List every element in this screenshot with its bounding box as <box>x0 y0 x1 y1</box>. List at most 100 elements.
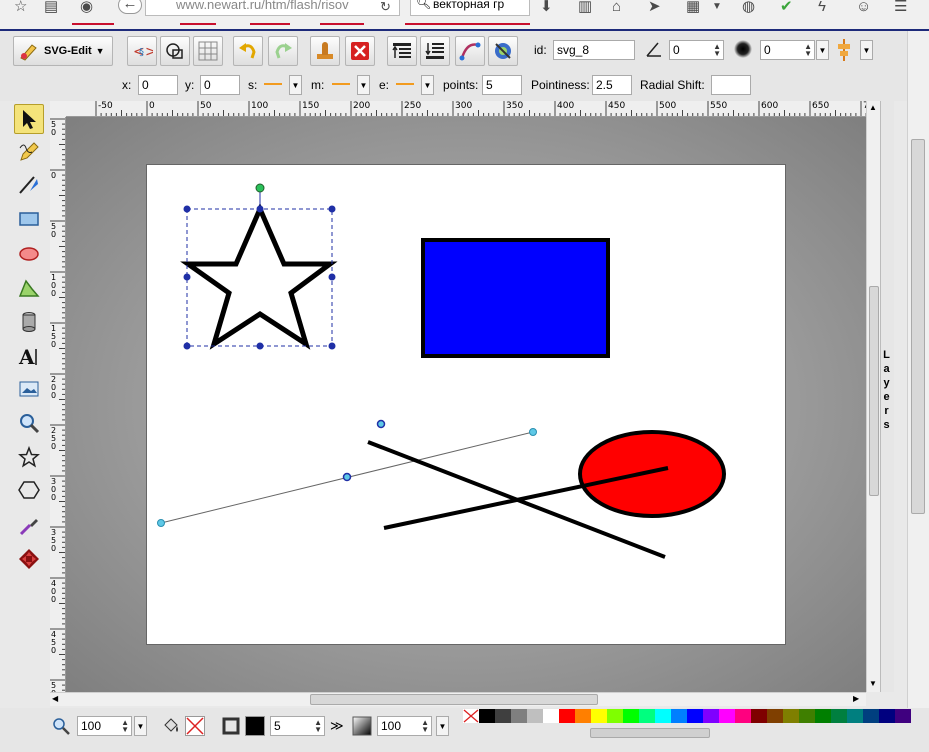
bolt-icon[interactable]: ϟ <box>818 0 826 14</box>
shield-icon[interactable]: ✔ <box>780 0 793 14</box>
page-scrollbar[interactable] <box>907 31 929 721</box>
palette-swatch[interactable] <box>783 709 799 723</box>
end-marker-preview[interactable] <box>396 83 414 85</box>
spinner-icon[interactable]: ▲ ▼ <box>121 719 129 734</box>
palette-swatch[interactable] <box>495 709 511 723</box>
grid-button[interactable] <box>193 36 223 66</box>
path-node-handle[interactable] <box>376 419 386 429</box>
resize-handle[interactable] <box>328 342 336 350</box>
ellipse-tool[interactable] <box>14 239 44 269</box>
mid-marker-preview[interactable] <box>332 83 350 85</box>
select-tool[interactable] <box>14 104 44 134</box>
x-input[interactable]: 0 <box>138 75 178 95</box>
resize-handle[interactable] <box>328 273 336 281</box>
delete-button[interactable] <box>345 36 375 66</box>
zoom-tool[interactable] <box>14 408 44 438</box>
palette-scroll-thumb[interactable] <box>590 728 710 738</box>
resize-handle[interactable] <box>256 342 264 350</box>
send-icon[interactable]: ➤ <box>648 0 661 14</box>
search-bar[interactable]: 🔍︎ векторная гр <box>410 0 530 16</box>
palette-swatch[interactable] <box>671 709 687 723</box>
start-marker-preview[interactable] <box>264 83 282 85</box>
opacity-dropdown[interactable]: ▼ <box>436 716 449 736</box>
menu-icon[interactable]: ☰ <box>894 0 907 14</box>
reload-icon[interactable]: ↻ <box>380 0 391 14</box>
scroll-left-icon[interactable]: ◀ <box>52 694 58 703</box>
library-icon[interactable]: ▥ <box>578 0 592 14</box>
palette-swatch[interactable] <box>543 709 559 723</box>
rectangle-tool[interactable] <box>14 204 44 234</box>
resize-handle[interactable] <box>183 342 191 350</box>
star-tool[interactable] <box>14 442 44 472</box>
palette-swatch[interactable] <box>799 709 815 723</box>
palette-swatch[interactable] <box>479 709 495 723</box>
pointiness-input[interactable]: 2.5 <box>592 75 632 95</box>
layers-label[interactable]: Layers <box>881 348 893 432</box>
points-input[interactable]: 5 <box>482 75 522 95</box>
path-node-handle[interactable] <box>529 428 537 436</box>
scroll-down-icon[interactable]: ▼ <box>869 679 877 688</box>
spinner-icon[interactable]: ▲ ▼ <box>421 719 429 734</box>
palette-swatch[interactable] <box>815 709 831 723</box>
svg-edit-menu-button[interactable]: SVG-Edit ▼ <box>13 36 113 66</box>
pencil-tool[interactable] <box>14 136 44 166</box>
star-shape[interactable] <box>180 202 338 350</box>
star-icon[interactable]: ☆ <box>14 0 27 14</box>
align-dropdown[interactable]: ▼ <box>860 40 873 60</box>
palette-swatch[interactable] <box>623 709 639 723</box>
palette-swatch[interactable] <box>559 709 575 723</box>
radial-shift-input[interactable] <box>711 75 751 95</box>
palette-swatch[interactable] <box>751 709 767 723</box>
clone-button[interactable] <box>310 36 340 66</box>
palette-swatch[interactable] <box>687 709 703 723</box>
download-icon[interactable]: ⬇ <box>540 0 553 14</box>
blue-rectangle[interactable] <box>421 238 610 358</box>
palette-swatch[interactable] <box>607 709 623 723</box>
palette-swatch[interactable] <box>863 709 879 723</box>
opacity-input[interactable]: 100 ▲ ▼ <box>377 716 432 736</box>
blur-dropdown[interactable]: ▼ <box>816 40 829 60</box>
y-input[interactable]: 0 <box>200 75 240 95</box>
edit-path-button[interactable] <box>455 36 485 66</box>
reading-list-icon[interactable]: ▤ <box>44 0 58 14</box>
palette-swatch[interactable] <box>511 709 527 723</box>
spinner-icon[interactable]: ▲ ▼ <box>713 43 721 58</box>
palette-swatch[interactable] <box>703 709 719 723</box>
stroke-width-input[interactable]: 5 ▲ ▼ <box>270 716 325 736</box>
palette-swatch[interactable] <box>639 709 655 723</box>
palette-swatch[interactable] <box>879 709 895 723</box>
end-marker-dropdown[interactable]: ▼ <box>421 75 434 95</box>
palette-swatch[interactable] <box>735 709 751 723</box>
image-lib-tool[interactable] <box>14 307 44 337</box>
scroll-right-icon[interactable]: ▶ <box>853 694 859 703</box>
zoom-input[interactable]: 100 ▲ ▼ <box>77 716 132 736</box>
resize-handle[interactable] <box>183 273 191 281</box>
reorient-button[interactable] <box>488 36 518 66</box>
scroll-thumb[interactable] <box>869 286 879 496</box>
palette-none-swatch[interactable] <box>463 709 479 723</box>
url-bar[interactable]: www.newart.ru/htm/flash/risov <box>145 0 400 16</box>
palette-swatch[interactable] <box>591 709 607 723</box>
page-scroll-thumb[interactable] <box>911 139 925 514</box>
redo-button[interactable] <box>268 36 298 66</box>
palette-swatch[interactable] <box>767 709 783 723</box>
stroke-style-icon[interactable]: ≫ <box>330 718 344 734</box>
scroll-up-icon[interactable]: ▲ <box>869 103 877 112</box>
chevron-down-icon[interactable]: ▼ <box>712 0 722 14</box>
resize-handle[interactable] <box>328 205 336 213</box>
palette-swatch[interactable] <box>831 709 847 723</box>
polygon-tool[interactable] <box>14 475 44 505</box>
start-marker-dropdown[interactable]: ▼ <box>289 75 302 95</box>
palette-swatch[interactable] <box>655 709 671 723</box>
wireframe-button[interactable] <box>160 36 190 66</box>
palette-swatch[interactable] <box>527 709 543 723</box>
shape-lib-tool[interactable] <box>14 544 44 574</box>
fill-color-swatch[interactable] <box>185 716 205 736</box>
rotate-handle[interactable] <box>255 183 265 193</box>
palette-swatch[interactable] <box>575 709 591 723</box>
blur-input[interactable]: 0 ▲ ▼ <box>760 40 815 60</box>
extension-icon[interactable]: ◍ <box>742 0 755 14</box>
resize-handle[interactable] <box>256 205 264 213</box>
canvas-workarea[interactable] <box>66 117 866 692</box>
move-top-button[interactable] <box>387 36 417 66</box>
